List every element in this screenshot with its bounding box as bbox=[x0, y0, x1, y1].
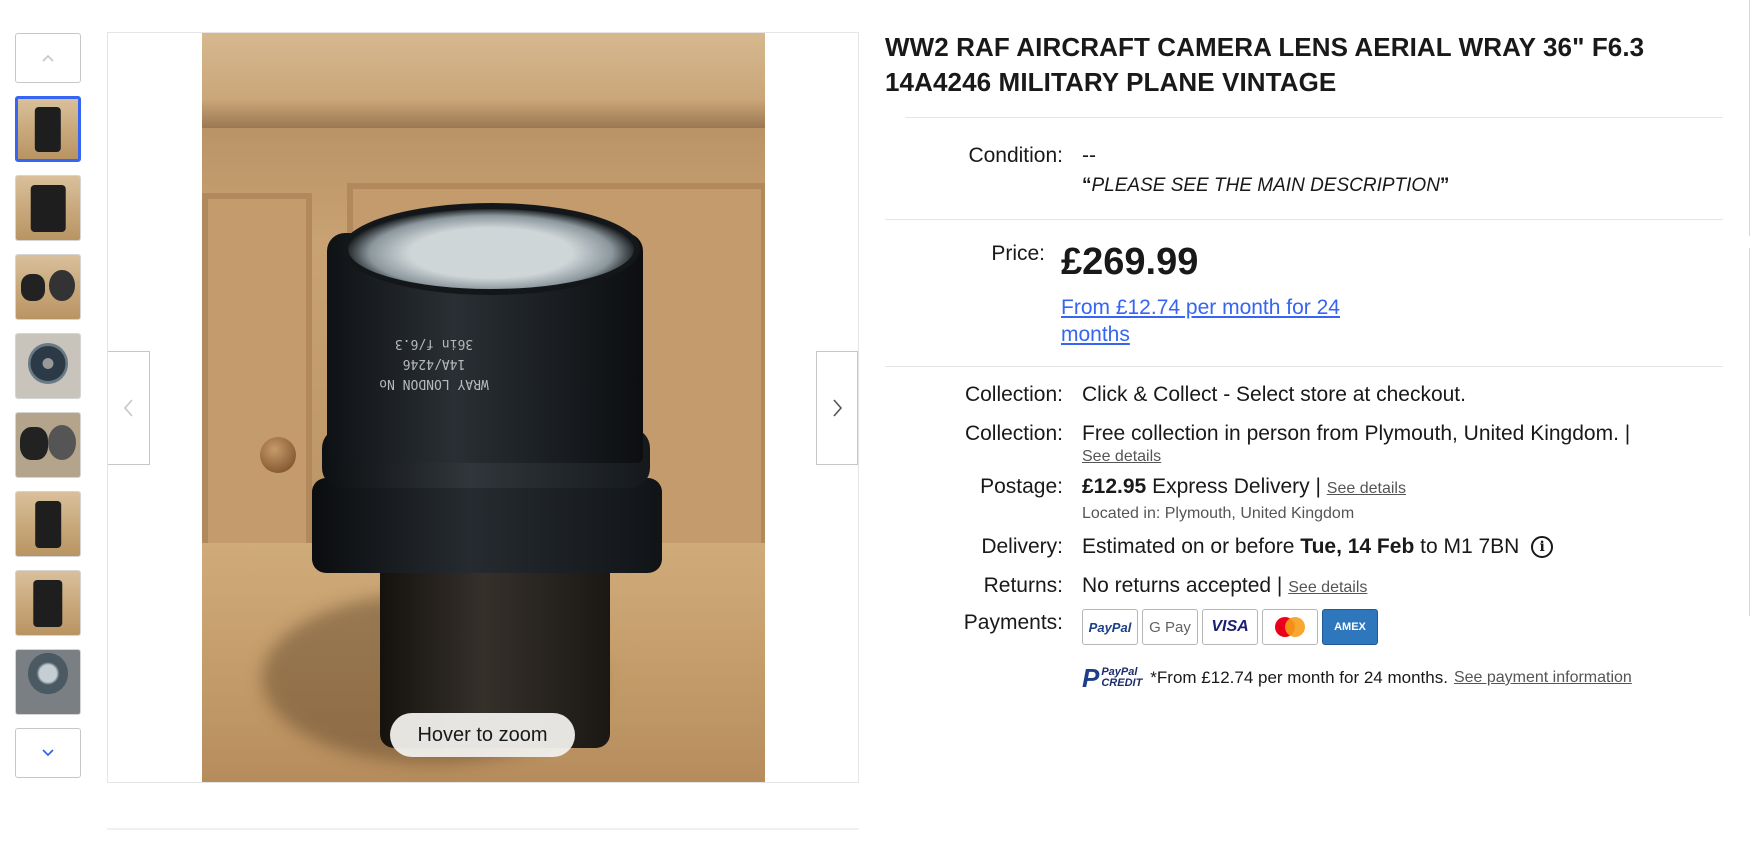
divider bbox=[905, 117, 1723, 118]
price-label: Price: bbox=[991, 242, 1045, 265]
listing-details: WW2 RAF AIRCRAFT CAMERA LENS AERIAL WRAY… bbox=[885, 30, 1745, 693]
info-icon[interactable]: i bbox=[1531, 536, 1554, 559]
thumbnail-scroll-down-button[interactable] bbox=[15, 728, 81, 778]
collection-value: Free collection in person from Plymouth,… bbox=[1082, 422, 1631, 445]
see-payment-information-link[interactable]: See payment information bbox=[1454, 669, 1632, 687]
divider bbox=[107, 828, 859, 830]
postage-separator: | bbox=[1315, 475, 1321, 498]
price-value: £269.99 bbox=[1061, 241, 1199, 283]
collection-row-2: Collection: Free collection in person fr… bbox=[885, 420, 1745, 466]
price-row: Price: £269.99 From £12.74 per month for… bbox=[885, 240, 1745, 348]
main-image-viewer: WRAY LONDON No 14A/4246 36in f/6.3 Hover… bbox=[107, 32, 859, 783]
postage-see-details-link[interactable]: See details bbox=[1327, 480, 1406, 497]
listing-title: WW2 RAF AIRCRAFT CAMERA LENS AERIAL WRAY… bbox=[885, 32, 1645, 97]
delivery-date: Tue, 14 Feb bbox=[1300, 535, 1415, 558]
collection-label: Collection: bbox=[964, 383, 1063, 406]
mastercard-logo bbox=[1262, 609, 1318, 645]
postage-label: Postage: bbox=[980, 475, 1063, 498]
returns-value: No returns accepted | See details bbox=[1082, 574, 1368, 597]
google-pay-logo: G Pay bbox=[1142, 609, 1198, 645]
chevron-up-icon bbox=[42, 54, 54, 62]
paypal-credit-row: P PayPal CREDIT *From £12.74 per month fo… bbox=[1082, 662, 1745, 693]
returns-see-details-link[interactable]: See details bbox=[1288, 579, 1367, 596]
thumbnail-4[interactable] bbox=[15, 333, 81, 399]
previous-image-button[interactable] bbox=[108, 351, 150, 465]
item-location: Located in: Plymouth, United Kingdom bbox=[1082, 505, 1355, 522]
delivery-value: Estimated on or before Tue, 14 Feb to M1… bbox=[1082, 533, 1745, 561]
collection-see-details-link[interactable]: See details bbox=[1082, 448, 1161, 465]
delivery-label: Delivery: bbox=[981, 535, 1063, 558]
chevron-right-icon bbox=[833, 399, 843, 417]
paypal-logo: PayPal bbox=[1082, 609, 1138, 645]
right-panel-edge bbox=[1743, 0, 1755, 843]
collection-label: Collection: bbox=[964, 422, 1063, 445]
thumbnail-2[interactable] bbox=[15, 175, 81, 241]
thumbnail-scroll-up-button[interactable] bbox=[15, 33, 81, 83]
returns-label: Returns: bbox=[983, 574, 1063, 597]
thumbnail-5[interactable] bbox=[15, 412, 81, 478]
delivery-row: Delivery: Estimated on or before Tue, 14… bbox=[885, 533, 1745, 561]
chevron-left-icon bbox=[123, 399, 133, 417]
postage-row: Postage: £12.95 Express Delivery | See d… bbox=[885, 473, 1745, 523]
condition-note: “PLEASE SEE THE MAIN DESCRIPTION” bbox=[1082, 175, 1450, 196]
thumbnail-7[interactable] bbox=[15, 570, 81, 636]
postage-price: £12.95 bbox=[1082, 475, 1147, 498]
condition-value: -- bbox=[1082, 144, 1096, 167]
collection-row-1: Collection: Click & Collect - Select sto… bbox=[885, 381, 1745, 409]
divider bbox=[885, 366, 1723, 367]
thumbnail-8[interactable] bbox=[15, 649, 81, 715]
collection-value: Click & Collect - Select store at checko… bbox=[1082, 383, 1466, 406]
paypal-credit-text: *From £12.74 per month for 24 months. bbox=[1150, 668, 1448, 687]
thumbnail-1[interactable] bbox=[15, 96, 81, 162]
thumbnail-6[interactable] bbox=[15, 491, 81, 557]
postage-value: £12.95 Express Delivery | See details bbox=[1082, 473, 1745, 503]
chevron-down-icon bbox=[42, 749, 54, 757]
lens-engraving: WRAY LONDON No 14A/4246 36in f/6.3 bbox=[379, 336, 489, 391]
postage-service: Express Delivery bbox=[1152, 475, 1310, 498]
paypal-credit-logo: P PayPal CREDIT bbox=[1082, 662, 1143, 693]
finance-link[interactable]: From £12.74 per month for 24 months bbox=[1061, 294, 1381, 348]
condition-row: Condition: -- “PLEASE SEE THE MAIN DESCR… bbox=[885, 142, 1745, 200]
thumbnail-3[interactable] bbox=[15, 254, 81, 320]
condition-label: Condition: bbox=[968, 144, 1063, 167]
amex-logo: AMEX bbox=[1322, 609, 1378, 645]
visa-logo: VISA bbox=[1202, 609, 1258, 645]
thumbnail-strip bbox=[15, 33, 82, 778]
divider bbox=[885, 219, 1723, 220]
next-image-button[interactable] bbox=[816, 351, 858, 465]
returns-row: Returns: No returns accepted | See detai… bbox=[885, 572, 1745, 602]
product-photo[interactable]: WRAY LONDON No 14A/4246 36in f/6.3 bbox=[202, 33, 765, 782]
payments-label: Payments: bbox=[963, 611, 1063, 634]
payments-row: Payments: PayPal G Pay VISA AMEX bbox=[885, 609, 1745, 645]
payment-methods: PayPal G Pay VISA AMEX bbox=[1082, 609, 1745, 645]
hover-to-zoom-hint: Hover to zoom bbox=[390, 713, 575, 757]
